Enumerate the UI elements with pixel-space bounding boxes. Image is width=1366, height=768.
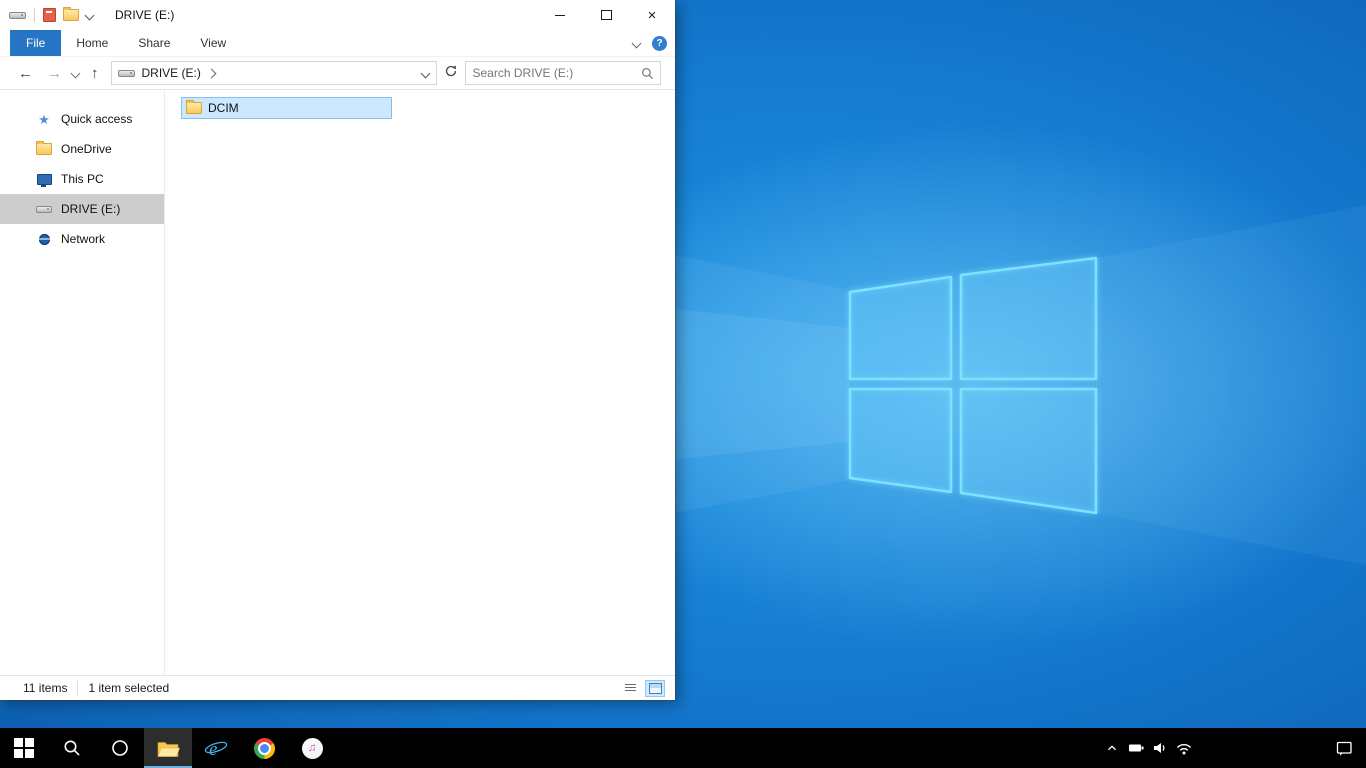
refresh-icon xyxy=(445,64,456,76)
taskbar-search-button[interactable] xyxy=(48,728,96,768)
properties-icon[interactable] xyxy=(43,8,56,22)
tab-file[interactable]: File xyxy=(10,30,62,56)
refresh-button[interactable] xyxy=(444,64,458,83)
cortana-button[interactable] xyxy=(96,728,144,768)
search-icon xyxy=(64,740,80,756)
sidebar-item-network[interactable]: Network xyxy=(0,224,164,254)
search-input[interactable] xyxy=(465,66,660,80)
internet-explorer-button[interactable]: e xyxy=(192,728,240,768)
search-icon[interactable] xyxy=(641,67,654,80)
sidebar-item-quick-access[interactable]: ★ Quick access xyxy=(0,104,164,134)
window-controls: × xyxy=(537,0,675,30)
tab-view[interactable]: View xyxy=(185,30,241,56)
status-bar: 11 items 1 item selected xyxy=(0,675,675,700)
separator xyxy=(34,8,35,22)
address-dropdown-chevron-icon[interactable] xyxy=(420,68,430,78)
view-toggle-buttons xyxy=(620,679,665,697)
close-icon: × xyxy=(647,6,657,24)
taskbar-spacer xyxy=(1196,728,1322,768)
details-view-icon xyxy=(624,683,636,693)
file-name: DCIM xyxy=(208,101,239,115)
ribbon-right-controls: ? xyxy=(631,30,667,56)
breadcrumb-chevron-icon[interactable] xyxy=(206,68,217,78)
network-indicator[interactable] xyxy=(1172,728,1196,768)
file-item-dcim[interactable]: DCIM xyxy=(181,97,392,119)
items-count: 11 items xyxy=(23,681,68,695)
navigation-bar: ← → ↑ DRIVE (E:) xyxy=(0,56,675,90)
expand-ribbon-chevron-icon[interactable] xyxy=(631,38,642,48)
window-title: DRIVE (E:) xyxy=(115,8,175,22)
up-button[interactable]: ↑ xyxy=(91,65,99,82)
maximize-button[interactable] xyxy=(583,0,629,30)
action-center-button[interactable] xyxy=(1322,728,1366,768)
selected-count: 1 item selected xyxy=(88,681,170,695)
location-drive-icon xyxy=(117,69,135,77)
back-button[interactable]: ← xyxy=(18,65,33,82)
maximize-icon xyxy=(600,10,612,20)
minimize-button[interactable] xyxy=(537,0,583,30)
details-view-button[interactable] xyxy=(620,680,640,697)
computer-icon xyxy=(36,173,52,187)
separator xyxy=(77,681,79,695)
cortana-circle-icon xyxy=(112,740,128,756)
speaker-icon xyxy=(1154,743,1165,753)
forward-button[interactable]: → xyxy=(47,65,62,82)
sidebar-item-label: Quick access xyxy=(61,112,133,126)
sidebar-item-label: DRIVE (E:) xyxy=(61,202,121,216)
windows-logo-icon xyxy=(14,738,34,758)
system-tray xyxy=(1100,728,1366,768)
taskbar: e ♫ xyxy=(0,728,1366,768)
wifi-icon xyxy=(1176,744,1192,755)
quick-access-toolbar xyxy=(0,7,95,22)
battery-indicator[interactable] xyxy=(1124,728,1148,768)
star-icon: ★ xyxy=(38,111,50,127)
customize-chevron-icon[interactable] xyxy=(84,10,95,20)
ie-icon: e xyxy=(204,739,228,760)
address-bar[interactable]: DRIVE (E:) xyxy=(110,61,437,85)
search-box[interactable] xyxy=(464,61,661,85)
svg-text:e: e xyxy=(209,739,217,760)
explorer-body: ★ Quick access OneDrive This PC DRIVE (E… xyxy=(0,90,675,676)
folder-icon xyxy=(186,100,202,114)
folder-icon xyxy=(157,742,180,757)
ribbon-tabs: File Home Share View ? xyxy=(0,30,675,56)
breadcrumb[interactable]: DRIVE (E:) xyxy=(142,66,201,80)
volume-indicator[interactable] xyxy=(1148,728,1172,768)
network-icon xyxy=(36,233,52,245)
file-explorer-window: DRIVE (E:) × File Home Share View ? ← → … xyxy=(0,0,675,700)
sidebar-item-drive-e[interactable]: DRIVE (E:) xyxy=(0,194,164,224)
sidebar-item-label: This PC xyxy=(61,172,104,186)
tab-share[interactable]: Share xyxy=(123,30,185,56)
music-note-icon: ♫ xyxy=(301,737,323,759)
navigation-pane: ★ Quick access OneDrive This PC DRIVE (E… xyxy=(0,90,165,676)
sidebar-item-label: OneDrive xyxy=(61,142,112,156)
notification-icon xyxy=(1336,741,1352,756)
chrome-icon xyxy=(253,737,275,759)
recent-locations-chevron-icon[interactable] xyxy=(70,68,81,78)
large-icons-view-icon xyxy=(648,682,662,694)
sidebar-item-label: Network xyxy=(61,232,106,246)
drive-icon xyxy=(36,205,52,213)
titlebar[interactable]: DRIVE (E:) × xyxy=(0,0,675,30)
sidebar-item-this-pc[interactable]: This PC xyxy=(0,164,164,194)
tab-home[interactable]: Home xyxy=(61,30,123,56)
folder-icon xyxy=(36,141,52,155)
large-icons-view-button[interactable] xyxy=(645,679,665,697)
minimize-icon xyxy=(555,14,565,16)
sidebar-item-onedrive[interactable]: OneDrive xyxy=(0,134,164,164)
battery-icon xyxy=(1129,744,1144,752)
help-icon[interactable]: ? xyxy=(652,35,667,51)
taskbar-file-explorer-button[interactable] xyxy=(144,728,192,768)
file-list[interactable]: DCIM xyxy=(165,90,675,676)
new-folder-icon[interactable] xyxy=(63,7,79,21)
chevron-up-icon xyxy=(1108,745,1116,751)
hidden-icons-button[interactable] xyxy=(1100,728,1124,768)
chrome-button[interactable] xyxy=(240,728,288,768)
desktop: DRIVE (E:) × File Home Share View ? ← → … xyxy=(0,0,1366,768)
drive-icon xyxy=(9,11,26,19)
itunes-button[interactable]: ♫ xyxy=(288,728,336,768)
close-button[interactable]: × xyxy=(629,0,675,30)
start-button[interactable] xyxy=(0,728,48,768)
